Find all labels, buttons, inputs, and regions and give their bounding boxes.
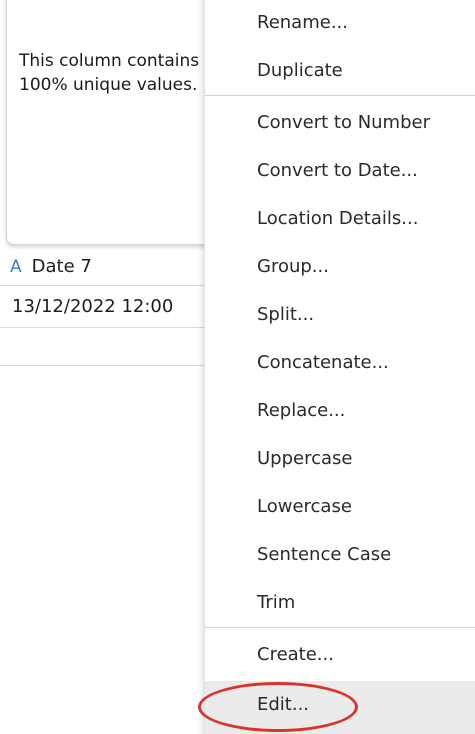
- table-row[interactable]: 13/12/2022 12:00: [0, 286, 215, 328]
- menu-item-split[interactable]: Split...: [205, 292, 475, 336]
- menu-item-convert-to-date[interactable]: Convert to Date...: [205, 148, 475, 192]
- menu-item-trim[interactable]: Trim: [205, 580, 475, 624]
- menu-item-edit[interactable]: Edit...: [205, 681, 475, 734]
- context-menu: Rename... Duplicate Convert to Number Co…: [204, 0, 475, 734]
- menu-item-lowercase[interactable]: Lowercase: [205, 484, 475, 528]
- menu-item-sentence-case[interactable]: Sentence Case: [205, 532, 475, 576]
- menu-item-concatenate[interactable]: Concatenate...: [205, 340, 475, 384]
- menu-item-convert-to-number[interactable]: Convert to Number: [205, 100, 475, 144]
- menu-item-location-details[interactable]: Location Details...: [205, 196, 475, 240]
- column-header[interactable]: A Date 7: [0, 248, 215, 286]
- menu-item-replace[interactable]: Replace...: [205, 388, 475, 432]
- menu-item-group[interactable]: Group...: [205, 244, 475, 288]
- menu-item-duplicate[interactable]: Duplicate: [205, 48, 475, 92]
- column-name: Date 7: [31, 256, 92, 277]
- column-panel: This column contains 100% unique values.…: [0, 0, 246, 366]
- menu-item-uppercase[interactable]: Uppercase: [205, 436, 475, 480]
- cell-value: 13/12/2022 12:00: [12, 296, 174, 317]
- text-type-icon: A: [10, 256, 22, 277]
- menu-divider: [205, 627, 475, 628]
- table-row-empty: [0, 328, 215, 366]
- menu-divider: [205, 95, 475, 96]
- menu-item-create[interactable]: Create...: [205, 632, 475, 676]
- menu-item-rename[interactable]: Rename...: [205, 0, 475, 44]
- stage: This column contains 100% unique values.…: [0, 0, 475, 734]
